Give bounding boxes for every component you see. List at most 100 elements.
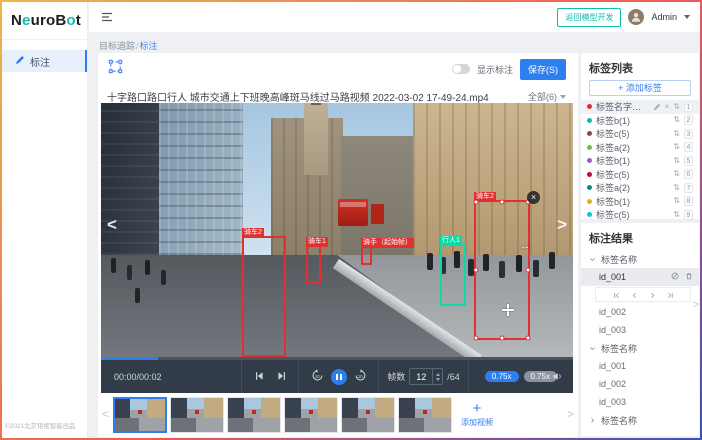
edit-label-icon[interactable]: [653, 103, 661, 111]
result-item-row[interactable]: id_002: [581, 375, 699, 393]
label-name: 标签b(1): [596, 154, 669, 167]
video-thumbnail[interactable]: [170, 397, 224, 433]
result-item-row[interactable]: id_001: [581, 357, 699, 375]
label-color-dot: [587, 172, 592, 177]
video-thumbnail[interactable]: [284, 397, 338, 433]
back-to-model-dev-button[interactable]: 返回模型开发: [557, 8, 621, 27]
label-list: 标签名字最长数...×⇅1标签b(1)⇅2标签c(5)⇅3标签a(2)⇅4标签b…: [581, 100, 699, 222]
video-thumbnail[interactable]: [341, 397, 395, 433]
spinner-up-icon[interactable]: [436, 373, 440, 376]
chevron-right-icon[interactable]: [589, 417, 596, 424]
label-row[interactable]: 标签c(5)⇅6: [581, 168, 699, 182]
panel-collapse-arrow[interactable]: >: [693, 299, 699, 311]
sort-label-icon[interactable]: ⇅: [673, 184, 680, 192]
hide-item-icon[interactable]: [671, 272, 679, 282]
bounding-box[interactable]: 骑车2: [242, 236, 286, 357]
label-row[interactable]: 标签b(1)⇅8: [581, 195, 699, 209]
pager-last-icon[interactable]: [667, 286, 674, 304]
add-video-button[interactable]: + 添加视频: [456, 395, 498, 435]
sort-label-icon[interactable]: ⇅: [673, 116, 680, 124]
label-row[interactable]: 标签b(1)⇅5: [581, 154, 699, 168]
video-thumbnail[interactable]: [113, 397, 167, 433]
bbox-resize-handle[interactable]: [526, 336, 531, 341]
sort-label-icon[interactable]: ⇅: [673, 197, 680, 205]
bbox-resize-handle[interactable]: [474, 268, 479, 273]
filmstrip-prev-arrow[interactable]: <: [102, 407, 109, 421]
svg-text:10: 10: [357, 374, 362, 379]
delete-label-icon[interactable]: ×: [665, 103, 670, 111]
result-group-row[interactable]: 标签名称: [581, 339, 699, 357]
video-thumbnail[interactable]: [398, 397, 452, 433]
pager-first-icon[interactable]: [613, 286, 620, 304]
sort-label-icon[interactable]: ⇅: [673, 211, 680, 219]
pager-prev-icon[interactable]: [631, 286, 638, 304]
bounding-box[interactable]: 骑车1: [306, 245, 321, 283]
filter-dropdown[interactable]: 全部(6): [528, 90, 566, 103]
label-row[interactable]: 标签c(5)⇅9: [581, 208, 699, 222]
delete-item-icon[interactable]: [685, 272, 693, 282]
frame-count-input[interactable]: [410, 369, 432, 384]
filter-caret-icon: [560, 95, 566, 99]
volume-icon[interactable]: [552, 371, 563, 382]
bbox-resize-handle[interactable]: [474, 336, 479, 341]
bbox-resize-handle[interactable]: [500, 336, 505, 341]
bounding-box[interactable]: 行人1: [440, 244, 466, 306]
speed-pill-active[interactable]: 0.75x: [485, 371, 519, 382]
next-video-arrow[interactable]: >: [557, 215, 567, 235]
sort-label-icon[interactable]: ⇅: [673, 103, 680, 111]
video-title: 十字路口路口行人 城市交通上下班晚高峰斑马线过马路视频 2022-03-02 1…: [107, 89, 489, 104]
label-name: 标签b(1): [596, 195, 669, 208]
bounding-box[interactable]: 骑手（起始帧）: [361, 246, 372, 265]
save-button[interactable]: 保存(S): [520, 59, 566, 80]
avatar[interactable]: [628, 9, 644, 25]
sidebar-item-标注[interactable]: 标注: [2, 50, 87, 72]
collapse-menu-icon[interactable]: [101, 11, 113, 23]
prev-video-arrow[interactable]: <: [107, 215, 117, 235]
prev-frame-button[interactable]: [254, 371, 264, 383]
user-name[interactable]: Admin: [651, 12, 677, 22]
label-row[interactable]: 标签b(1)⇅2: [581, 114, 699, 128]
pager-next-icon[interactable]: [649, 286, 656, 304]
resize-cursor: ↔: [520, 241, 530, 252]
frame-count-stepper: [409, 368, 443, 385]
sort-label-icon[interactable]: ⇅: [673, 130, 680, 138]
sort-label-icon[interactable]: ⇅: [673, 170, 680, 178]
user-caret-icon[interactable]: [684, 15, 690, 19]
forward-10-button[interactable]: 10: [354, 369, 367, 384]
chevron-down-icon[interactable]: [589, 345, 596, 352]
bounding-box[interactable]: 骑车2×: [474, 200, 530, 340]
spinner-down-icon[interactable]: [436, 378, 440, 381]
label-hotkey-badge: 4: [684, 142, 693, 152]
sort-label-icon[interactable]: ⇅: [673, 157, 680, 165]
result-item-row[interactable]: id_003: [581, 321, 699, 339]
add-label-button[interactable]: + 添加标签: [589, 80, 691, 96]
label-row[interactable]: 标签名字最长数...×⇅1: [581, 100, 699, 114]
bbox-delete-button[interactable]: ×: [527, 191, 540, 204]
result-group-row[interactable]: 标签名称: [581, 411, 699, 429]
label-row[interactable]: 标签a(2)⇅4: [581, 141, 699, 155]
filmstrip-next-arrow[interactable]: >: [567, 407, 574, 421]
bbox-tool-icon[interactable]: [108, 59, 123, 79]
next-frame-button[interactable]: [277, 371, 287, 383]
result-item-row[interactable]: id_003: [581, 393, 699, 411]
rewind-10-button[interactable]: 10: [311, 369, 324, 384]
label-row[interactable]: 标签c(5)⇅3: [581, 127, 699, 141]
breadcrumb-parent[interactable]: 目标追踪: [99, 41, 135, 51]
result-item-id: id_001: [599, 272, 626, 282]
label-name: 标签c(5): [596, 168, 669, 181]
result-item-row[interactable]: id_002: [581, 303, 699, 321]
chevron-down-icon[interactable]: [589, 256, 596, 263]
frame-spinner[interactable]: [432, 369, 442, 384]
bbox-resize-handle[interactable]: [500, 200, 505, 205]
bbox-resize-handle[interactable]: [526, 268, 531, 273]
video-thumbnail[interactable]: [227, 397, 281, 433]
bbox-resize-handle[interactable]: [474, 200, 479, 205]
pause-button[interactable]: [331, 369, 347, 385]
sort-label-icon[interactable]: ⇅: [673, 143, 680, 151]
show-annotation-toggle[interactable]: [452, 64, 470, 74]
result-group-row[interactable]: 标签名称: [581, 250, 699, 268]
result-item-row[interactable]: id_001: [581, 268, 699, 286]
annotate-pencil-icon: [15, 55, 25, 68]
label-row[interactable]: 标签a(2)⇅7: [581, 181, 699, 195]
video-canvas[interactable]: 骑车2 骑车1 骑手（起始帧） 行人1 骑车2× < > ↔: [101, 103, 573, 357]
